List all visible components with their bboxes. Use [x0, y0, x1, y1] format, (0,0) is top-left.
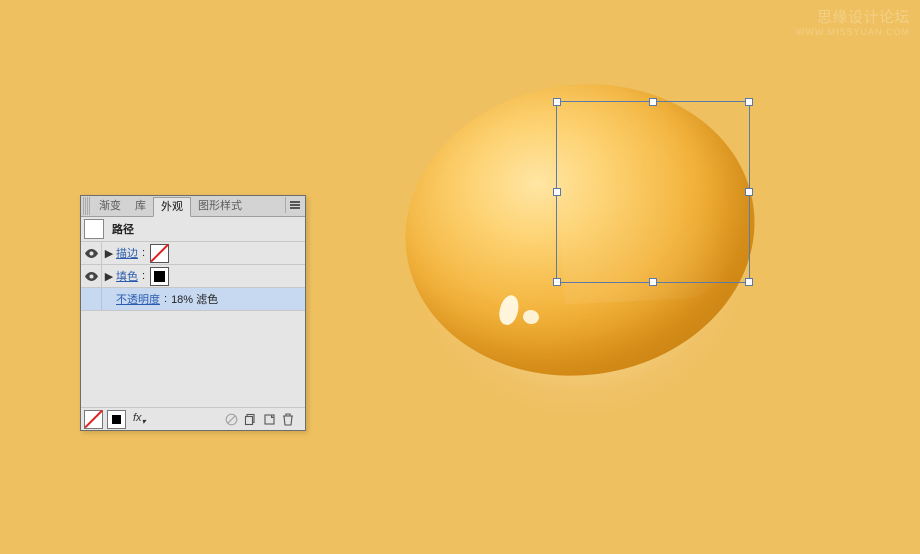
delete-item-icon[interactable] — [279, 410, 297, 428]
fill-label[interactable]: 填色 — [116, 268, 138, 284]
footer-stroke-swatch-icon[interactable] — [84, 410, 103, 429]
panel-footer: fx▾ — [81, 408, 305, 430]
tab-gradient[interactable]: 渐变 — [92, 197, 128, 215]
visibility-toggle-fill[interactable] — [81, 265, 102, 287]
expand-stroke-icon[interactable]: ▶ — [102, 247, 116, 260]
stroke-separator: : — [142, 247, 145, 259]
selection-bbox[interactable] — [556, 101, 750, 283]
clear-appearance-icon — [222, 410, 240, 428]
panel-tab-bar: 渐变 库 外观 图形样式 — [81, 196, 305, 217]
expand-fill-icon[interactable]: ▶ — [102, 270, 116, 283]
fill-swatch-icon[interactable] — [150, 267, 169, 286]
opacity-separator: : — [164, 293, 167, 305]
stroke-row[interactable]: ▶ 描边 : — [81, 242, 305, 265]
tab-graphic-styles[interactable]: 图形样式 — [191, 197, 249, 215]
new-item-icon[interactable] — [260, 410, 278, 428]
opacity-value: 18% 滤色 — [171, 291, 218, 307]
tab-appearance[interactable]: 外观 — [153, 197, 191, 217]
panel-grip-icon[interactable] — [83, 197, 90, 215]
object-row[interactable]: 路径 — [81, 217, 305, 242]
visibility-toggle-stroke[interactable] — [81, 242, 102, 264]
handle-bm[interactable] — [649, 278, 657, 286]
visibility-toggle-opacity[interactable] — [81, 288, 102, 310]
duplicate-item-icon[interactable] — [241, 410, 259, 428]
stroke-label[interactable]: 描边 — [116, 245, 138, 261]
object-thumb-icon — [84, 219, 104, 239]
handle-ml[interactable] — [553, 188, 561, 196]
opacity-row[interactable]: 不透明度 : 18% 滤色 — [81, 288, 305, 311]
handle-br[interactable] — [745, 278, 753, 286]
object-label: 路径 — [112, 221, 134, 237]
stroke-swatch-none-icon[interactable] — [150, 244, 169, 263]
watermark: 思缘设计论坛 WWW.MISSYUAN.COM — [796, 6, 910, 37]
panel-menu-icon[interactable] — [285, 197, 304, 213]
watermark-title: 思缘设计论坛 — [796, 6, 910, 27]
opacity-label[interactable]: 不透明度 — [116, 291, 160, 307]
add-effect-button[interactable]: fx▾ — [130, 412, 149, 426]
handle-tr[interactable] — [745, 98, 753, 106]
handle-mr[interactable] — [745, 188, 753, 196]
handle-tm[interactable] — [649, 98, 657, 106]
panel-empty-area — [81, 311, 305, 408]
fill-row[interactable]: ▶ 填色 : — [81, 265, 305, 288]
fill-separator: : — [142, 270, 145, 282]
tab-library[interactable]: 库 — [128, 197, 153, 215]
appearance-panel: 渐变 库 外观 图形样式 路径 ▶ 描边 : ▶ 填色 : — [80, 195, 306, 431]
handle-bl[interactable] — [553, 278, 561, 286]
handle-tl[interactable] — [553, 98, 561, 106]
footer-fill-swatch-icon[interactable] — [107, 410, 126, 429]
panel-body: 路径 ▶ 描边 : ▶ 填色 : 不透明度 : — [81, 217, 305, 430]
